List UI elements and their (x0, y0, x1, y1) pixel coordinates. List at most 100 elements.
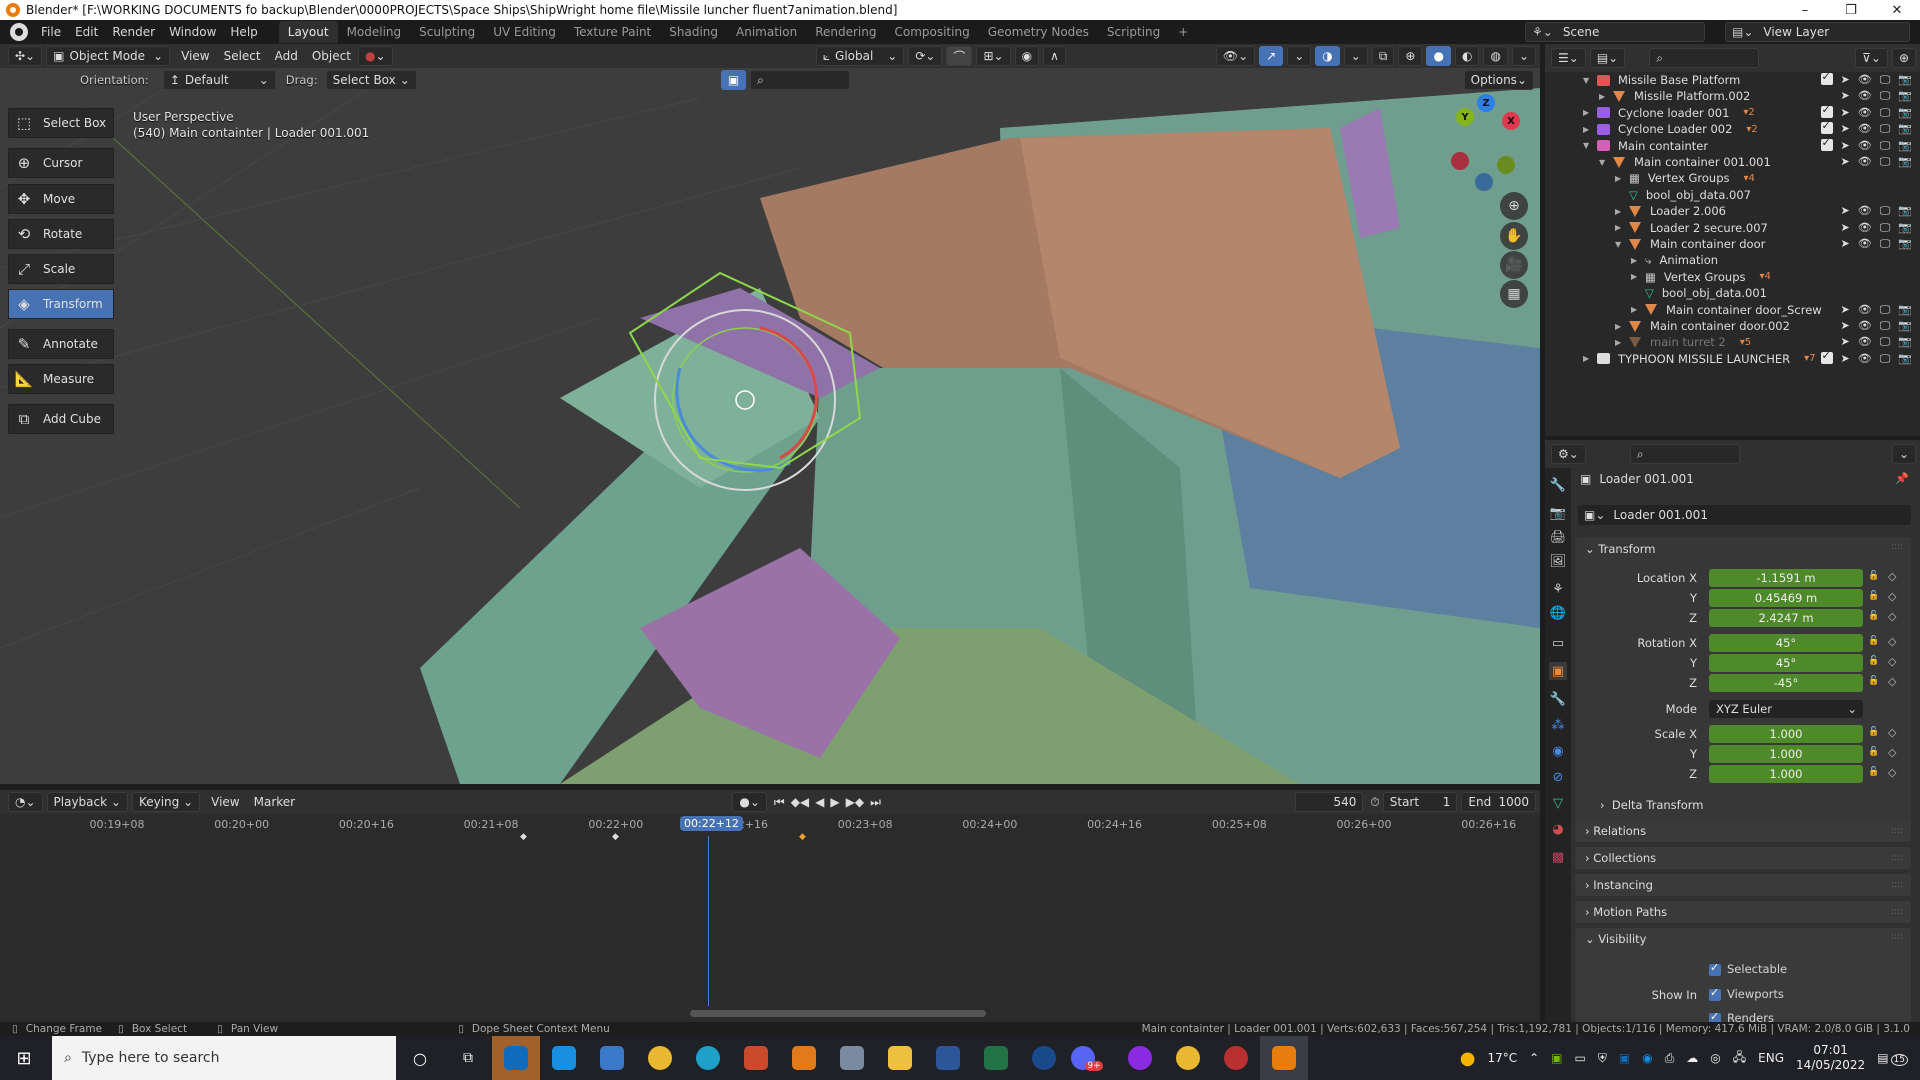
timeline-view-menu[interactable]: View (204, 795, 246, 809)
rotation-x-field[interactable]: 45° (1709, 634, 1863, 652)
viewport-toggle-icon[interactable]: 🖵 (1880, 122, 1891, 136)
taskbar-app-calculator[interactable] (828, 1036, 876, 1080)
shading-options[interactable]: ⌄ (1511, 46, 1536, 66)
marker-menu[interactable]: Marker (247, 795, 302, 809)
expand-right-icon[interactable]: ▶ (1599, 92, 1613, 101)
tool-transform[interactable]: ◈ Transform (8, 289, 114, 319)
taskbar-app-discord[interactable]: 9+ (1068, 1036, 1116, 1080)
child-count-badge[interactable]: ▾4 (1744, 173, 1755, 184)
visibility-toggle-icon[interactable]: 👁 (1858, 204, 1872, 218)
render-toggle-icon[interactable]: 📷 (1898, 204, 1912, 218)
exclude-checkbox[interactable] (1820, 136, 1833, 151)
notifications-button[interactable]: ▤ 15 (1877, 1051, 1908, 1066)
tool-rotate[interactable]: ⟲ Rotate (8, 219, 114, 249)
xray-toggle[interactable]: ⧉ (1371, 46, 1395, 66)
expand-right-icon[interactable]: ▶ (1583, 108, 1597, 117)
gizmo-x-axis[interactable]: X (1502, 112, 1520, 130)
play-reverse-icon[interactable]: ◀ (815, 795, 824, 809)
workspace-tab-shading[interactable]: Shading (660, 21, 727, 43)
filter-button[interactable]: ⊽⌄ (1855, 48, 1888, 68)
taskbar-app-mail[interactable] (540, 1036, 588, 1080)
scale-y-field[interactable]: 1.000 (1709, 745, 1863, 763)
playback-menu[interactable]: Playback ⌄ (46, 792, 128, 812)
selectable-toggle-icon[interactable]: ➤ (1841, 155, 1850, 169)
exclude-checkbox[interactable] (1820, 349, 1833, 364)
visibility-toggle-icon[interactable]: 👁 (1858, 73, 1872, 87)
3d-viewport[interactable]: Orientation: ↥ Default ⌄ Drag: Select Box ⌄… (0, 68, 1540, 784)
falloff-button[interactable]: ∧ (1043, 46, 1066, 66)
expand-right-icon[interactable]: ▶ (1615, 338, 1629, 347)
view-layer-tab-icon[interactable]: 🖼 (1549, 552, 1567, 570)
taskbar-app-excel[interactable] (972, 1036, 1020, 1080)
lock-icon[interactable]: 🔓 (1868, 591, 1879, 601)
menu-file[interactable]: File (34, 25, 68, 39)
viewport-toggle-icon[interactable]: 🖵 (1880, 106, 1891, 120)
snap-target-button[interactable]: ⊞⌄ (976, 46, 1011, 66)
visibility-selector[interactable]: 👁⌄ (1215, 46, 1256, 66)
visibility-toggle-icon[interactable]: 👁 (1858, 303, 1872, 317)
close-button[interactable]: ✕ (1874, 3, 1920, 18)
blender-menu-icon[interactable] (10, 23, 28, 41)
selectable-toggle-icon[interactable]: ➤ (1841, 319, 1850, 333)
selectable-toggle-icon[interactable]: ➤ (1841, 221, 1850, 235)
workspace-tab-geometry-nodes[interactable]: Geometry Nodes (979, 21, 1098, 43)
visibility-panel-header[interactable]: ⌄ Visibility (1585, 932, 1647, 946)
selectable-toggle-icon[interactable]: ➤ (1841, 73, 1850, 87)
tool-cursor[interactable]: ⊕ Cursor (8, 148, 114, 178)
network-icon[interactable]: 🖧 (1733, 1048, 1746, 1069)
rotation-mode-dropdown[interactable]: XYZ Euler ⌄ (1709, 700, 1863, 718)
child-count-badge[interactable]: ▾7 (1804, 353, 1815, 364)
tool-add-cube[interactable]: ⧉ Add Cube (8, 404, 114, 434)
taskbar-app-word[interactable] (924, 1036, 972, 1080)
visibility-toggle-icon[interactable]: 👁 (1858, 352, 1872, 366)
preview-range-icon[interactable]: ⏱ (1370, 795, 1379, 810)
workspace-tab-compositing[interactable]: Compositing (885, 21, 978, 43)
selectable-toggle-icon[interactable]: ➤ (1841, 106, 1850, 120)
workspace-tab-texture-paint[interactable]: Texture Paint (565, 21, 660, 43)
render-toggle-icon[interactable]: 📷 (1898, 139, 1912, 153)
output-tab-icon[interactable]: 🖨 (1549, 528, 1567, 546)
selectable-toggle-icon[interactable]: ➤ (1841, 237, 1850, 251)
render-toggle-icon[interactable]: 📷 (1898, 335, 1912, 349)
keyframe-marker-selected[interactable]: ◆ (799, 832, 806, 842)
material-tab-icon[interactable]: ◕ (1549, 820, 1567, 838)
object-type-visibility-filter[interactable]: ▣ (720, 70, 747, 90)
jump-start-icon[interactable]: ⏮ (774, 795, 785, 810)
tool-annotate[interactable]: ✎ Annotate (8, 329, 114, 359)
shading-wireframe[interactable]: ⊕ (1398, 46, 1423, 66)
viewport-toggle-icon[interactable]: 🖵 (1880, 303, 1891, 317)
pivot-point-button[interactable]: ⟳⌄ (908, 46, 943, 66)
taskbar-app-media-player[interactable] (780, 1036, 828, 1080)
exclude-checkbox[interactable] (1820, 70, 1833, 85)
gizmo-neg-x[interactable] (1451, 152, 1469, 170)
scale-z-field[interactable]: 1.000 (1709, 765, 1863, 783)
expand-down-icon[interactable]: ▼ (1599, 158, 1613, 167)
taskbar-search[interactable]: ⌕ Type here to search (52, 1036, 396, 1080)
workspace-tab-modeling[interactable]: Modeling (338, 21, 411, 43)
start-button[interactable]: ⊞ (0, 1036, 48, 1080)
overlay-options[interactable]: ⌄ (1343, 46, 1368, 66)
workspace-tab-sculpting[interactable]: Sculpting (410, 21, 484, 43)
viewport-toggle-icon[interactable]: 🖵 (1880, 139, 1891, 153)
motion-paths-panel[interactable]: › Motion Paths:::: (1575, 901, 1911, 923)
outliner-editor-type[interactable]: ☰⌄ (1551, 48, 1586, 68)
cortana-button[interactable]: ○ (396, 1036, 444, 1080)
pin-icon[interactable]: 📌 (1895, 472, 1909, 485)
selectable-toggle-icon[interactable]: ➤ (1841, 335, 1850, 349)
usb-icon[interactable]: ⎙ (1665, 1051, 1675, 1066)
render-toggle-icon[interactable]: 📷 (1898, 122, 1912, 136)
security-icon[interactable]: ⛨ (1598, 1051, 1607, 1066)
properties-search[interactable]: ⌕ (1629, 444, 1740, 464)
viewport-toggle-icon[interactable]: 🖵 (1880, 352, 1891, 366)
menu-select[interactable]: Select (217, 49, 268, 63)
tool-select-box[interactable]: ⬚ Select Box (8, 108, 114, 138)
shading-solid[interactable]: ● (1426, 46, 1451, 66)
lock-icon[interactable]: 🔓 (1868, 571, 1879, 581)
taskbar-app-thermometer-app[interactable] (732, 1036, 780, 1080)
timeline-keyframes-area[interactable]: ◆ ◆ ◆ (0, 832, 1540, 1022)
child-count-badge[interactable]: ▾2 (1743, 107, 1754, 118)
menu-help[interactable]: Help (223, 25, 264, 39)
selectable-toggle-icon[interactable]: ➤ (1841, 139, 1850, 153)
menu-add[interactable]: Add (268, 49, 305, 63)
add-workspace-button[interactable]: + (1169, 21, 1197, 43)
